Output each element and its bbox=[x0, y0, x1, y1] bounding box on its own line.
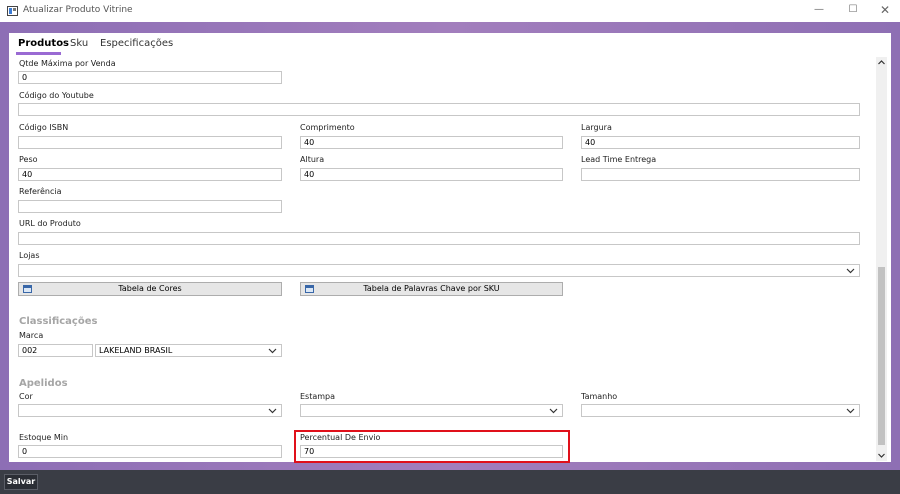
altura-input[interactable]: 40 bbox=[300, 168, 563, 181]
peso-label: Peso bbox=[19, 155, 38, 164]
tabela-cores-label: Tabela de Cores bbox=[118, 284, 182, 293]
form-panel bbox=[9, 33, 891, 462]
largura-label: Largura bbox=[581, 123, 612, 132]
apelidos-heading: Apelidos bbox=[19, 378, 68, 389]
codigo-youtube-label: Código do Youtube bbox=[19, 91, 94, 100]
estoque-min-label: Estoque Min bbox=[19, 433, 69, 442]
estoque-min-input[interactable]: 0 bbox=[18, 445, 282, 458]
minimize-icon[interactable]: — bbox=[811, 3, 827, 17]
marca-select[interactable]: LAKELAND BRASIL bbox=[95, 344, 282, 357]
classificacoes-heading: Classificações bbox=[19, 316, 98, 327]
altura-label: Altura bbox=[300, 155, 325, 164]
scroll-down-icon[interactable] bbox=[876, 449, 887, 461]
chevron-down-icon[interactable] bbox=[268, 347, 277, 355]
cor-select[interactable] bbox=[18, 404, 282, 417]
lead-time-input[interactable] bbox=[581, 168, 860, 181]
window-title: Atualizar Produto Vitrine bbox=[23, 5, 133, 15]
marca-code-input[interactable]: 002 bbox=[18, 344, 93, 357]
app-window-icon bbox=[7, 6, 18, 16]
table-icon bbox=[23, 285, 32, 293]
tabela-cores-button[interactable]: Tabela de Cores bbox=[18, 282, 282, 296]
close-icon[interactable]: ✕ bbox=[877, 3, 893, 17]
cor-label: Cor bbox=[19, 392, 33, 401]
vertical-scrollbar[interactable] bbox=[876, 57, 887, 461]
lojas-select[interactable] bbox=[18, 264, 860, 277]
highlight-box bbox=[294, 430, 570, 463]
active-tab-indicator bbox=[16, 52, 61, 55]
maximize-icon[interactable]: ☐ bbox=[845, 3, 861, 17]
salvar-button[interactable]: Salvar bbox=[4, 474, 38, 490]
referencia-label: Referência bbox=[19, 187, 62, 196]
lojas-label: Lojas bbox=[19, 251, 40, 260]
largura-input[interactable]: 40 bbox=[581, 136, 860, 149]
chevron-down-icon[interactable] bbox=[846, 407, 855, 415]
table-icon bbox=[305, 285, 314, 293]
chevron-down-icon[interactable] bbox=[846, 267, 855, 275]
codigo-youtube-input[interactable] bbox=[18, 103, 860, 116]
tamanho-label: Tamanho bbox=[581, 392, 618, 401]
lead-time-label: Lead Time Entrega bbox=[581, 155, 657, 164]
tabela-palavras-button[interactable]: Tabela de Palavras Chave por SKU bbox=[300, 282, 563, 296]
marca-label: Marca bbox=[19, 331, 44, 340]
estampa-select[interactable] bbox=[300, 404, 563, 417]
codigo-isbn-input[interactable] bbox=[18, 136, 282, 149]
tab-especificacoes[interactable]: Especificações bbox=[100, 38, 173, 49]
url-produto-label: URL do Produto bbox=[19, 219, 81, 228]
peso-input[interactable]: 40 bbox=[18, 168, 282, 181]
qtde-maxima-input[interactable]: 0 bbox=[18, 71, 282, 84]
tamanho-select[interactable] bbox=[581, 404, 860, 417]
comprimento-label: Comprimento bbox=[300, 123, 355, 132]
chevron-down-icon[interactable] bbox=[268, 407, 277, 415]
scroll-thumb[interactable] bbox=[878, 267, 885, 445]
title-bar: Atualizar Produto Vitrine — ☐ ✕ bbox=[0, 0, 900, 22]
scroll-up-icon[interactable] bbox=[876, 57, 887, 69]
tab-sku[interactable]: Sku bbox=[70, 38, 88, 49]
codigo-isbn-label: Código ISBN bbox=[19, 123, 69, 132]
bottom-bar: Salvar bbox=[0, 470, 900, 494]
tabela-palavras-label: Tabela de Palavras Chave por SKU bbox=[363, 284, 500, 293]
estampa-label: Estampa bbox=[300, 392, 336, 401]
tab-produtos[interactable]: Produtos bbox=[18, 38, 69, 49]
chevron-down-icon[interactable] bbox=[549, 407, 558, 415]
url-produto-input[interactable] bbox=[18, 232, 860, 245]
referencia-input[interactable] bbox=[18, 200, 282, 213]
comprimento-input[interactable]: 40 bbox=[300, 136, 563, 149]
marca-select-value: LAKELAND BRASIL bbox=[99, 346, 173, 355]
qtde-maxima-label: Qtde Máxima por Venda bbox=[19, 59, 116, 68]
